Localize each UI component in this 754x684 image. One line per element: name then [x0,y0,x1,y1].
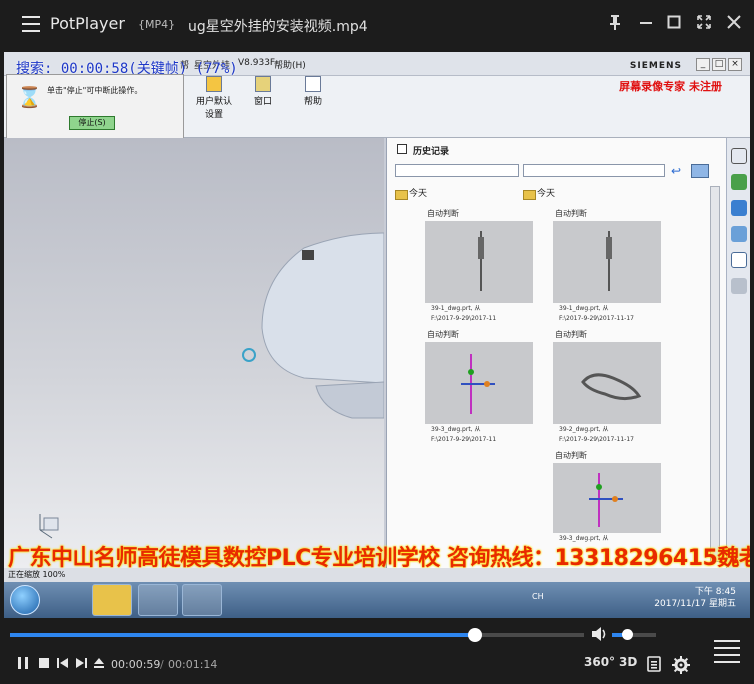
part-model [39,232,385,539]
today-folder: 今天 [521,186,645,202]
history-item-label: 自动判断 [427,209,459,218]
history-column-left: 今天 自动判断 39-1_dwg.prt, 从 F:\2017-9-29\201… [393,186,533,444]
history-thumb [553,463,661,533]
history-caption: 39-2_dwg.prt, 从 [559,426,609,433]
history-caption-path: F:\2017-9-29\2017-11 [431,436,497,443]
history-thumb [553,342,661,424]
history-item-label: 自动判断 [555,330,587,339]
history-thumb [425,221,533,303]
back-arrow-icon: ↩ [671,164,682,178]
history-scrollbar [710,186,720,562]
file-title: ug星空外挂的安装视频.mp4 [188,19,368,35]
assembly-icon [730,174,747,190]
history-caption: 39-1_dwg.prt, 从 [559,305,609,312]
app-taskbar-icon [138,584,178,616]
history-clock-icon [730,252,747,268]
explorer-taskbar-icon [92,584,132,616]
history-thumb [425,342,533,424]
volume-bar[interactable] [612,629,656,640]
seek-bar[interactable] [10,628,584,642]
subtitle-icon[interactable] [646,656,662,676]
format-badge: {MP4} [138,18,176,31]
roles-icon [730,278,747,294]
next-icon[interactable] [74,656,88,674]
history-caption-path: F:\2017-9-29\2017-11-17 [559,315,634,322]
previous-icon[interactable] [56,656,70,674]
history-caption: 39-3_dwg.prt, 从 [431,426,481,433]
stop-dialog: ⌛ 单击"停止"可中断此操作。 停止(S) [6,74,184,140]
siemens-logo: SIEMENS [629,61,682,71]
player-controls: 00:00:59 / 00:01:14 360° 3D [0,618,754,684]
fullscreen-icon[interactable] [694,14,714,34]
ug-minimize-icon: _ [696,58,710,71]
history-item-label: 自动判断 [427,330,459,339]
ribbon-user-default: 用户默认设置 [194,76,234,120]
stop-icon[interactable] [38,656,50,674]
video-frame[interactable]: 帮 星空外挂 V8.933F 帮助(H) SIEMENS _ □ × 线 用户默… [4,52,750,618]
history-item-label: 自动判断 [555,451,587,460]
tray-lang: CH [532,592,544,601]
volume-icon[interactable] [591,626,609,642]
maximize-icon[interactable] [664,14,684,34]
tray-date: 2017/11/17 星期五 [654,599,736,609]
web-icon [730,200,747,216]
history-panel: 历史记录 ↩ 今天 自动判断 39-1_dwg.prt, 从 F:\2017-9… [386,138,726,568]
ug-menu-version: V8.933F [238,58,276,68]
history-title: 历史记录 [413,147,450,157]
pin-icon[interactable] [605,14,625,34]
history-caption-path: F:\2017-9-29\2017-11 [431,315,497,322]
tray-clock: 下午 8:45 2017/11/17 星期五 [654,586,736,610]
view-icon [691,164,709,178]
history-combo-right [523,164,665,177]
vr-360-button[interactable]: 360° [584,655,615,669]
ug-status-bar: 正在缩放 100% [4,568,750,582]
title-bar: PotPlayer {MP4} ug星空外挂的安装视频.mp4 [0,0,754,50]
current-time: 00:00:59 [111,658,161,671]
seek-handle[interactable] [467,628,482,642]
stop-button: 停止(S) [69,116,115,130]
ribbon-help: 帮助 [298,76,328,107]
close-icon[interactable] [724,14,744,34]
nx-taskbar-icon [182,584,222,616]
settings-icon [730,148,747,164]
start-orb-icon [10,585,40,615]
windows-taskbar: CH 下午 8:45 2017/11/17 星期五 [4,582,750,618]
ug-resource-bar [726,138,750,568]
3d-button[interactable]: 3D [619,655,637,669]
history-caption: 39-1_dwg.prt, 从 [431,305,481,312]
time-separator: / [160,658,164,671]
hourglass-icon: ⌛ [17,85,42,109]
ug-restore-icon: □ [712,58,726,71]
recorder-banner: 屏幕录像专家 未注册 [619,80,722,93]
volume-handle[interactable] [622,629,634,640]
app-name: PotPlayer [50,14,125,33]
settings-gear-icon[interactable] [672,656,690,678]
main-menu-icon[interactable] [22,16,40,32]
palette-icon [730,226,747,242]
history-combo-left [395,164,519,177]
total-time: 00:01:14 [168,658,218,671]
history-column-right: 今天 自动判断 39-1_dwg.prt, 从 F:\2017-9-29\201… [521,186,661,543]
history-thumb [553,221,661,303]
history-caption-path: F:\2017-9-29\2017-11-17 [559,436,634,443]
history-checkbox [397,144,407,154]
today-folder: 今天 [393,186,517,202]
playlist-icon[interactable] [714,640,740,664]
tray-time: 下午 8:45 [694,587,736,597]
ug-close-icon: × [728,58,742,71]
minimize-icon[interactable] [636,14,656,34]
history-item-label: 自动判断 [555,209,587,218]
ug-viewport [4,138,385,568]
ug-menu-help: 帮助(H) [274,61,306,71]
pause-icon[interactable] [16,656,30,674]
stop-message: 单击"停止"可中断此操作。 [47,86,143,95]
eject-icon[interactable] [92,656,106,674]
ribbon-window: 窗口 [248,76,278,107]
seek-bar-fill [10,633,475,637]
